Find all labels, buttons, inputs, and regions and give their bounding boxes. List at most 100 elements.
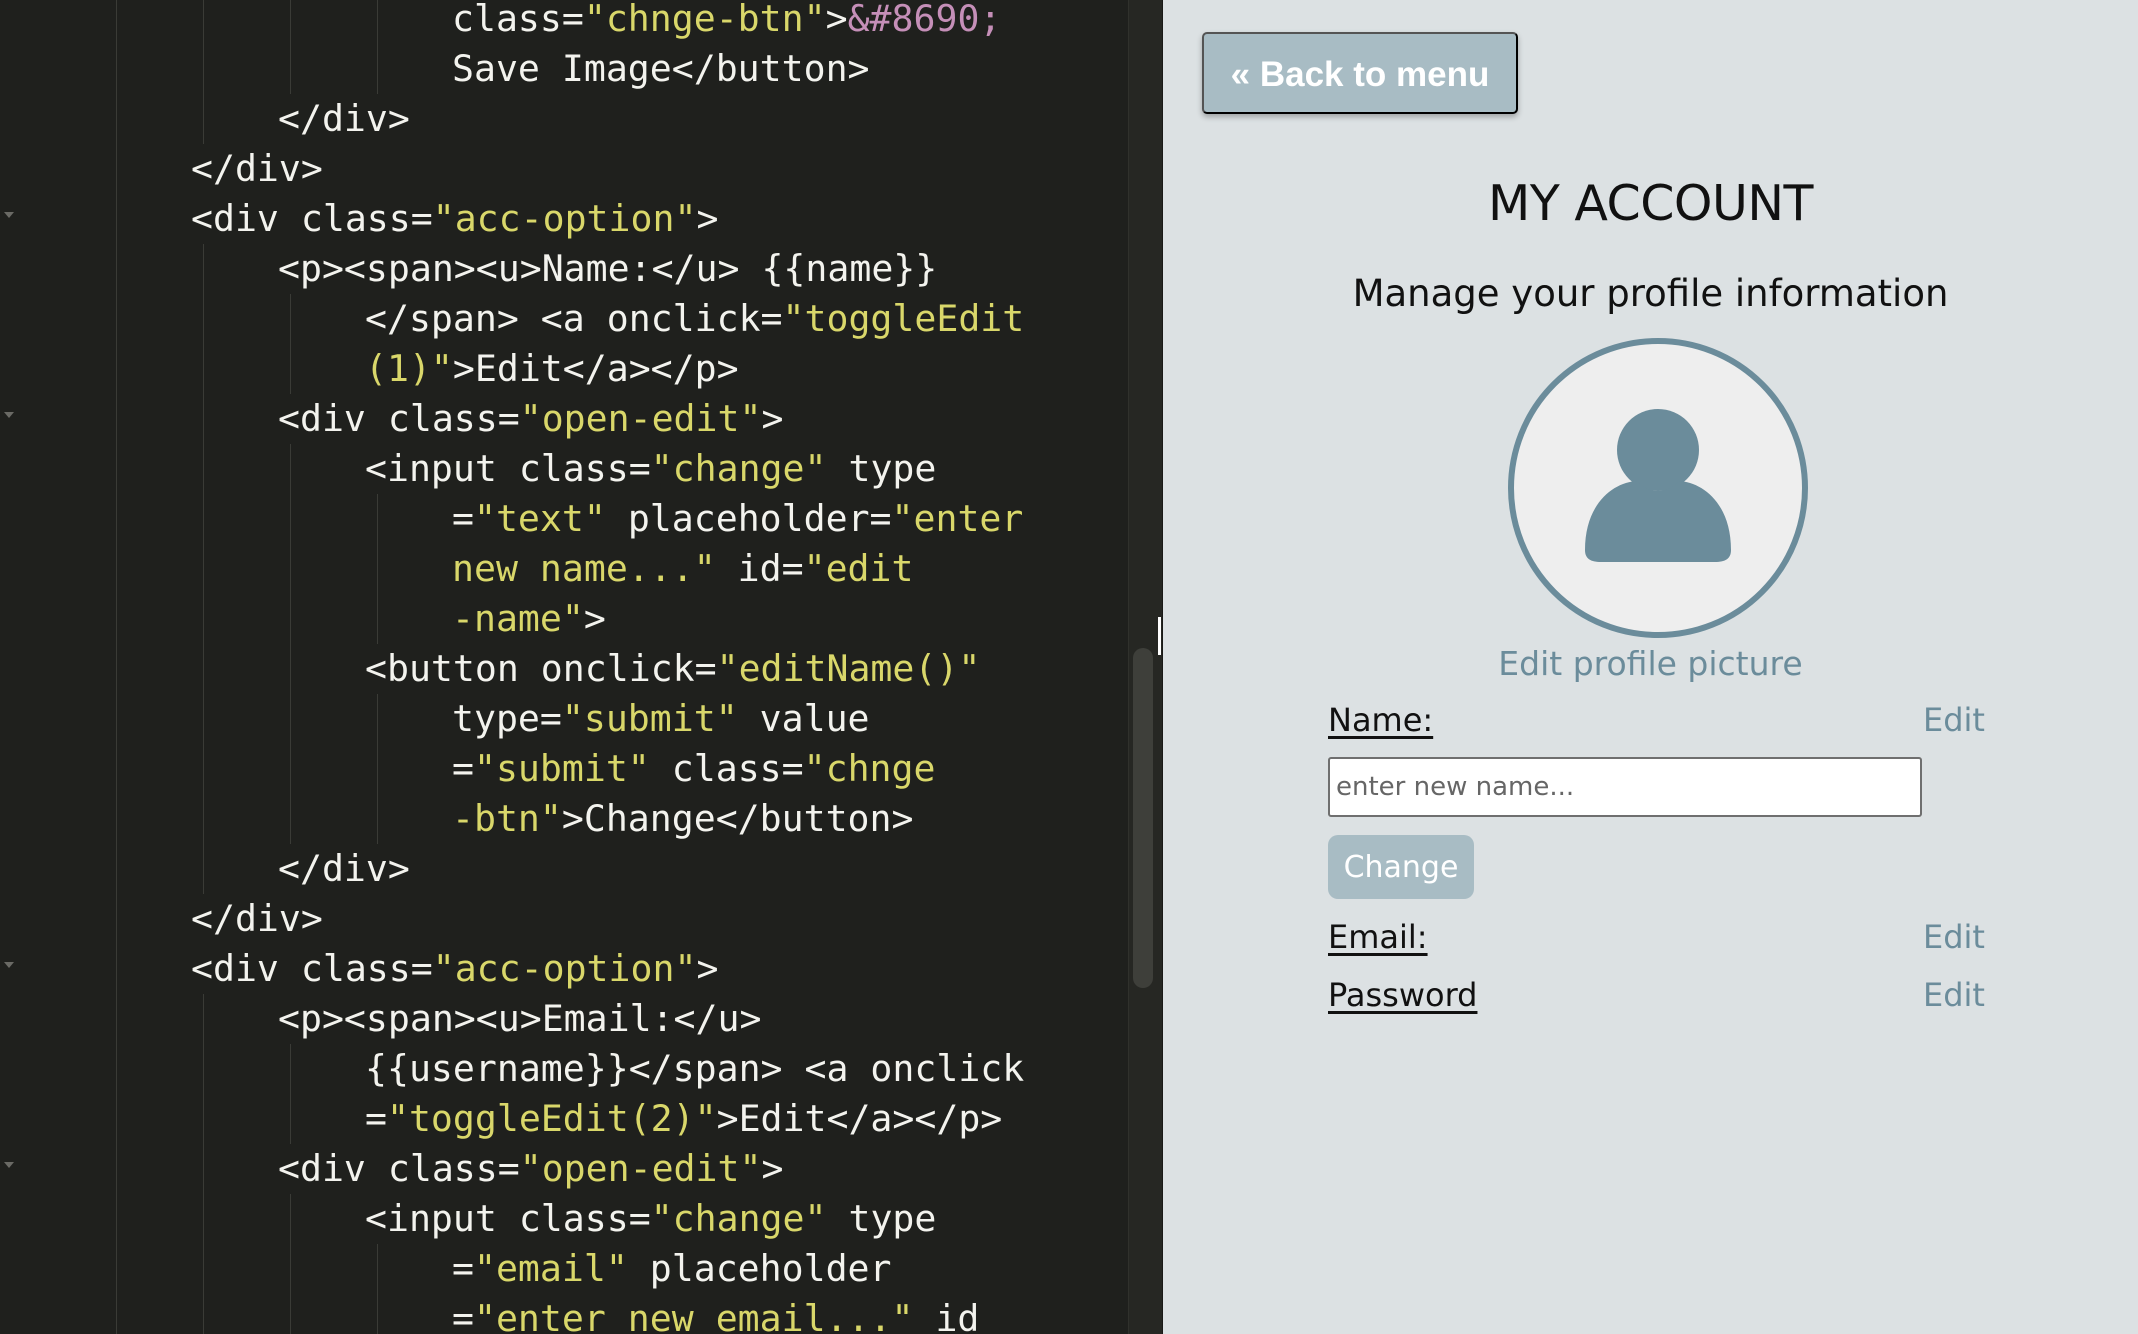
indent-guide: [116, 444, 117, 494]
code-line[interactable]: </div>: [0, 94, 1128, 144]
code-line[interactable]: </div>: [0, 894, 1128, 944]
name-input[interactable]: [1328, 757, 1922, 817]
code-text: </div>: [278, 94, 410, 144]
code-line[interactable]: ="submit" class="chnge: [0, 744, 1128, 794]
code-line[interactable]: type="submit" value: [0, 694, 1128, 744]
code-text: <p><span><u>Email:</u>: [278, 994, 761, 1044]
code-text: </div>: [278, 844, 410, 894]
code-line[interactable]: <div class="open-edit">: [0, 394, 1128, 444]
code-token: new name...": [452, 547, 716, 590]
code-token: <div class=: [278, 1147, 520, 1190]
code-text: class="chnge-btn">&#8690;: [452, 0, 1001, 44]
edit-name-link[interactable]: Edit: [1923, 701, 1985, 739]
indent-guide: [290, 1094, 291, 1144]
name-label: Name:: [1328, 701, 1434, 739]
code-text: ="text" placeholder="enter: [452, 494, 1023, 544]
code-token: >: [761, 1147, 784, 1190]
code-token: =: [452, 747, 474, 790]
code-line[interactable]: (1)">Edit</a></p>: [0, 344, 1128, 394]
code-editor[interactable]: class="chnge-btn">&#8690; Save Image</but…: [0, 0, 1128, 1334]
indent-guide: [203, 694, 204, 744]
code-line[interactable]: Save Image</button>: [0, 44, 1128, 94]
code-token: id=: [715, 547, 804, 590]
back-to-menu-button[interactable]: « Back to menu: [1202, 32, 1518, 114]
fold-arrow-icon[interactable]: [4, 212, 14, 218]
code-line[interactable]: ="toggleEdit(2)">Edit</a></p>: [0, 1094, 1128, 1144]
code-token: "enter: [891, 497, 1024, 540]
code-token: placeholder: [627, 1247, 892, 1290]
indent-guide: [116, 1144, 117, 1194]
code-line[interactable]: <div class="open-edit">: [0, 1144, 1128, 1194]
code-line[interactable]: </div>: [0, 144, 1128, 194]
indent-guide: [116, 194, 117, 244]
code-line[interactable]: ="enter new email..." id: [0, 1294, 1128, 1334]
indent-guide: [377, 44, 378, 94]
code-token: "acc-option": [432, 197, 697, 240]
code-token: <p><span><u>Name:</u> {{name}}: [278, 247, 938, 290]
code-line[interactable]: new name..." id="edit: [0, 544, 1128, 594]
indent-guide: [290, 794, 291, 844]
text-cursor: [1158, 617, 1161, 655]
code-text: </div>: [191, 144, 323, 194]
indent-guide: [290, 1294, 291, 1334]
code-token: <div class=: [278, 397, 520, 440]
indent-guide: [116, 994, 117, 1044]
code-token: "open-edit": [519, 397, 762, 440]
code-token: </div>: [191, 897, 323, 940]
indent-guide: [290, 294, 291, 344]
code-line[interactable]: -name">: [0, 594, 1128, 644]
code-line[interactable]: <p><span><u>Email:</u>: [0, 994, 1128, 1044]
code-line[interactable]: {{username}}</span> <a onclick: [0, 1044, 1128, 1094]
edit-profile-picture-link[interactable]: Edit profile picture: [1163, 644, 2138, 683]
code-token: "open-edit": [519, 1147, 762, 1190]
fold-arrow-icon[interactable]: [4, 962, 14, 968]
code-token: value: [737, 697, 870, 740]
indent-guide: [377, 0, 378, 44]
avatar[interactable]: [1508, 338, 1808, 638]
indent-guide: [203, 1144, 204, 1194]
code-token: "edit: [803, 547, 914, 590]
code-text: new name..." id="edit: [452, 544, 913, 594]
indent-guide: [377, 744, 378, 794]
code-line[interactable]: -btn">Change</button>: [0, 794, 1128, 844]
indent-guide: [116, 144, 117, 194]
code-token: type: [826, 447, 937, 490]
edit-password-link[interactable]: Edit: [1923, 976, 1985, 1014]
code-token: </span> <a onclick=: [365, 297, 783, 340]
indent-guide: [290, 344, 291, 394]
code-token: "email": [473, 1247, 628, 1290]
code-text: <div class="open-edit">: [278, 1144, 783, 1194]
code-token: "chnge-btn": [583, 0, 826, 40]
code-line[interactable]: </div>: [0, 844, 1128, 894]
indent-guide: [203, 1094, 204, 1144]
code-line[interactable]: <p><span><u>Name:</u> {{name}}: [0, 244, 1128, 294]
indent-guide: [116, 394, 117, 444]
fold-arrow-icon[interactable]: [4, 1162, 14, 1168]
code-line[interactable]: <input class="change" type: [0, 1194, 1128, 1244]
code-line[interactable]: <div class="acc-option">: [0, 944, 1128, 994]
edit-email-link[interactable]: Edit: [1923, 918, 1985, 956]
editor-scrollbar-thumb[interactable]: [1133, 648, 1153, 988]
code-token: type=: [452, 697, 562, 740]
change-name-button[interactable]: Change: [1328, 835, 1474, 899]
code-token: <input class=: [365, 1197, 651, 1240]
code-text: <div class="acc-option">: [191, 944, 718, 994]
code-text: <p><span><u>Name:</u> {{name}}: [278, 244, 937, 294]
code-line[interactable]: <div class="acc-option">: [0, 194, 1128, 244]
indent-guide: [203, 794, 204, 844]
code-line[interactable]: ="email" placeholder: [0, 1244, 1128, 1294]
indent-guide: [203, 94, 204, 144]
indent-guide: [203, 1244, 204, 1294]
indent-guide: [290, 444, 291, 494]
code-line[interactable]: </span> <a onclick="toggleEdit: [0, 294, 1128, 344]
code-line[interactable]: class="chnge-btn">&#8690;: [0, 0, 1128, 44]
indent-guide: [290, 44, 291, 94]
code-text: (1)">Edit</a></p>: [365, 344, 739, 394]
indent-guide: [290, 594, 291, 644]
code-line[interactable]: <input class="change" type: [0, 444, 1128, 494]
indent-guide: [116, 94, 117, 144]
code-line[interactable]: ="text" placeholder="enter: [0, 494, 1128, 544]
indent-guide: [203, 994, 204, 1044]
code-line[interactable]: <button onclick="editName()": [0, 644, 1128, 694]
fold-arrow-icon[interactable]: [4, 412, 14, 418]
